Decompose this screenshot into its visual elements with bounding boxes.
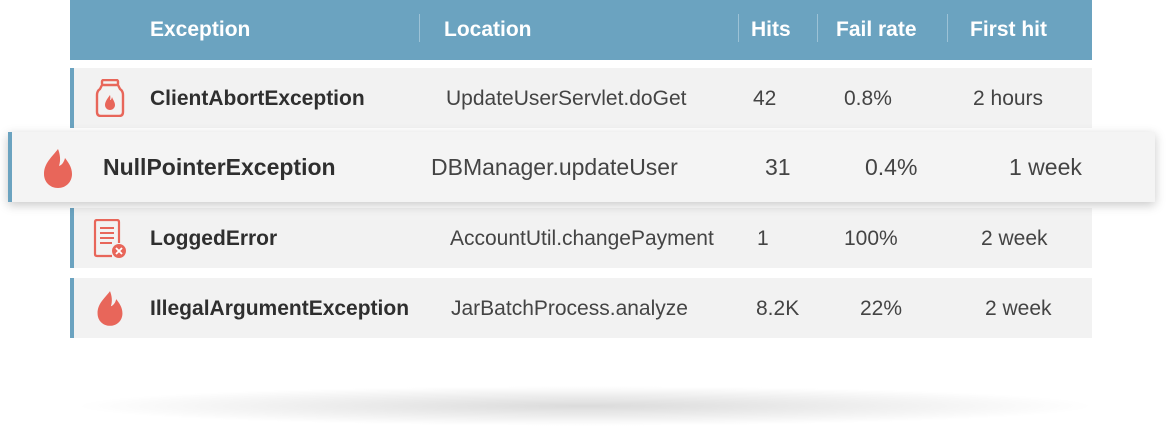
first-hit-value: 2 hours [973, 87, 1044, 110]
jar-icon [95, 79, 125, 117]
table-drop-shadow [70, 386, 1100, 426]
fail-rate-value: 22% [860, 297, 903, 320]
column-divider [817, 14, 818, 42]
log-error-icon [93, 219, 126, 258]
flame-icon [97, 291, 123, 326]
first-hit-value: 2 week [985, 297, 1052, 320]
column-header-location[interactable]: Location [444, 0, 532, 60]
fail-rate-value: 100% [844, 227, 898, 250]
exception-name: LoggedError [150, 227, 278, 250]
fail-rate-value: 0.4% [865, 154, 918, 180]
exception-location: DBManager.updateUser [431, 154, 678, 180]
exception-location: UpdateUserServlet.doGet [446, 87, 687, 110]
table-row-highlighted[interactable]: NullPointerException DBManager.updateUse… [8, 132, 1155, 202]
column-header-fail-rate[interactable]: Fail rate [836, 0, 917, 60]
column-header-exception[interactable]: Exception [150, 0, 250, 60]
first-hit-value: 2 week [981, 227, 1048, 250]
column-divider [738, 14, 739, 42]
fail-rate-value: 0.8% [844, 87, 892, 110]
exception-location: AccountUtil.changePayment [450, 227, 714, 250]
table-row[interactable]: ClientAbortException UpdateUserServlet.d… [70, 68, 1092, 128]
hits-value: 8.2K [756, 297, 800, 320]
column-divider [947, 14, 948, 42]
column-header-first-hit[interactable]: First hit [970, 0, 1047, 60]
table-row[interactable]: LoggedError AccountUtil.changePayment 1 … [70, 208, 1092, 268]
hits-value: 1 [757, 227, 769, 250]
table-row[interactable]: IllegalArgumentException JarBatchProcess… [70, 278, 1092, 338]
hits-value: 42 [753, 87, 777, 110]
flame-icon [44, 149, 72, 188]
exception-location: JarBatchProcess.analyze [451, 297, 688, 320]
table-header: Exception Location Hits Fail rate First … [70, 0, 1092, 60]
column-divider [419, 14, 420, 42]
exception-name: NullPointerException [103, 154, 336, 180]
hits-value: 31 [765, 154, 791, 180]
exception-name: IllegalArgumentException [150, 297, 410, 320]
column-header-hits[interactable]: Hits [751, 0, 791, 60]
exception-name: ClientAbortException [150, 87, 365, 110]
first-hit-value: 1 week [1009, 154, 1082, 180]
